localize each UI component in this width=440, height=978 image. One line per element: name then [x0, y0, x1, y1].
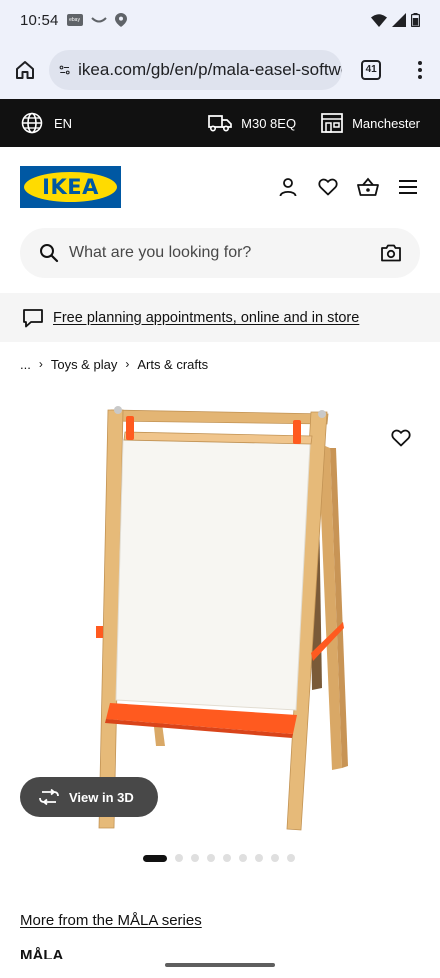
home-button[interactable] — [1, 46, 49, 94]
url-text: ikea.com/gb/en/p/mala-easel-softwood-whi… — [78, 59, 342, 79]
status-bar: 10:54 ebay — [0, 0, 440, 40]
more-vertical-icon — [418, 60, 423, 79]
product-image-gallery[interactable]: View in 3D — [0, 388, 440, 838]
camera-icon — [381, 244, 401, 262]
postcode-selector[interactable]: M30 8EQ — [208, 114, 296, 132]
image-carousel-indicator — [143, 854, 295, 862]
carousel-dot[interactable] — [239, 854, 247, 862]
account-button[interactable] — [268, 167, 308, 207]
gesture-navigation-bar[interactable] — [165, 963, 275, 967]
home-icon — [15, 60, 34, 79]
breadcrumb-item-toys[interactable]: Toys & play — [51, 357, 117, 372]
shopping-basket-icon — [357, 177, 379, 196]
carousel-dot[interactable] — [287, 854, 295, 862]
planning-appointments-link[interactable]: Free planning appointments, online and i… — [53, 310, 359, 326]
store-label: Manchester — [352, 115, 420, 131]
delivery-truck-icon — [208, 115, 233, 132]
carousel-dot[interactable] — [175, 854, 183, 862]
view-in-3d-label: View in 3D — [69, 789, 134, 805]
basket-button[interactable] — [348, 167, 388, 207]
search-bar — [20, 228, 420, 278]
utility-bar: EN M30 8EQ Manchester — [0, 99, 440, 147]
user-icon — [279, 178, 297, 197]
visual-search-button[interactable] — [380, 242, 402, 264]
battery-icon — [411, 13, 420, 27]
language-label: EN — [54, 115, 73, 131]
location-icon — [114, 13, 127, 27]
ikea-logo[interactable]: IKEA — [20, 166, 121, 208]
site-settings-icon — [59, 65, 70, 74]
browser-menu-button[interactable] — [400, 46, 440, 94]
chevron-right-icon: › — [38, 357, 43, 371]
carousel-dot[interactable] — [271, 854, 279, 862]
breadcrumb-ellipsis[interactable]: ... — [20, 357, 31, 372]
heart-icon — [318, 178, 338, 196]
smile-notification-icon — [90, 17, 107, 23]
rotate-3d-icon — [39, 789, 59, 805]
chat-bubble-icon — [23, 308, 43, 327]
ebay-notification-icon: ebay — [66, 14, 83, 26]
address-bar[interactable]: ikea.com/gb/en/p/mala-easel-softwood-whi… — [48, 49, 343, 90]
browser-toolbar: ikea.com/gb/en/p/mala-easel-softwood-whi… — [0, 40, 440, 99]
search-icon — [40, 244, 59, 263]
carousel-dot[interactable] — [143, 854, 167, 862]
promo-banner: Free planning appointments, online and i… — [0, 293, 440, 342]
main-menu-button[interactable] — [388, 167, 428, 207]
site-header: IKEA — [0, 147, 440, 227]
logo-text: IKEA — [42, 175, 99, 199]
more-from-series-link[interactable]: More from the MÅLA series — [20, 912, 202, 929]
favourites-button[interactable] — [308, 167, 348, 207]
chevron-right-icon: › — [125, 357, 130, 371]
product-name-heading: MÅLA — [20, 947, 64, 959]
store-selector[interactable]: Manchester — [321, 113, 420, 133]
signal-icon — [392, 13, 406, 27]
view-in-3d-button[interactable]: View in 3D — [20, 777, 158, 817]
wifi-icon — [371, 13, 387, 27]
heart-icon — [391, 429, 411, 447]
add-to-favourites-button[interactable] — [382, 426, 420, 450]
carousel-dot[interactable] — [223, 854, 231, 862]
store-icon — [321, 113, 343, 133]
postcode-label: M30 8EQ — [241, 115, 297, 131]
status-time: 10:54 — [20, 11, 59, 29]
carousel-dot[interactable] — [207, 854, 215, 862]
easel-product-image — [96, 406, 348, 831]
carousel-dot[interactable] — [191, 854, 199, 862]
globe-icon — [21, 112, 43, 134]
carousel-dot[interactable] — [255, 854, 263, 862]
tab-switcher-button[interactable]: 41 — [347, 46, 395, 94]
breadcrumb: ... › Toys & play › Arts & crafts — [20, 354, 208, 374]
hamburger-menu-icon — [399, 180, 417, 194]
breadcrumb-item-arts-crafts[interactable]: Arts & crafts — [137, 357, 208, 372]
search-input[interactable] — [69, 244, 359, 262]
language-selector[interactable]: EN — [21, 112, 72, 134]
tab-count: 41 — [361, 59, 382, 80]
